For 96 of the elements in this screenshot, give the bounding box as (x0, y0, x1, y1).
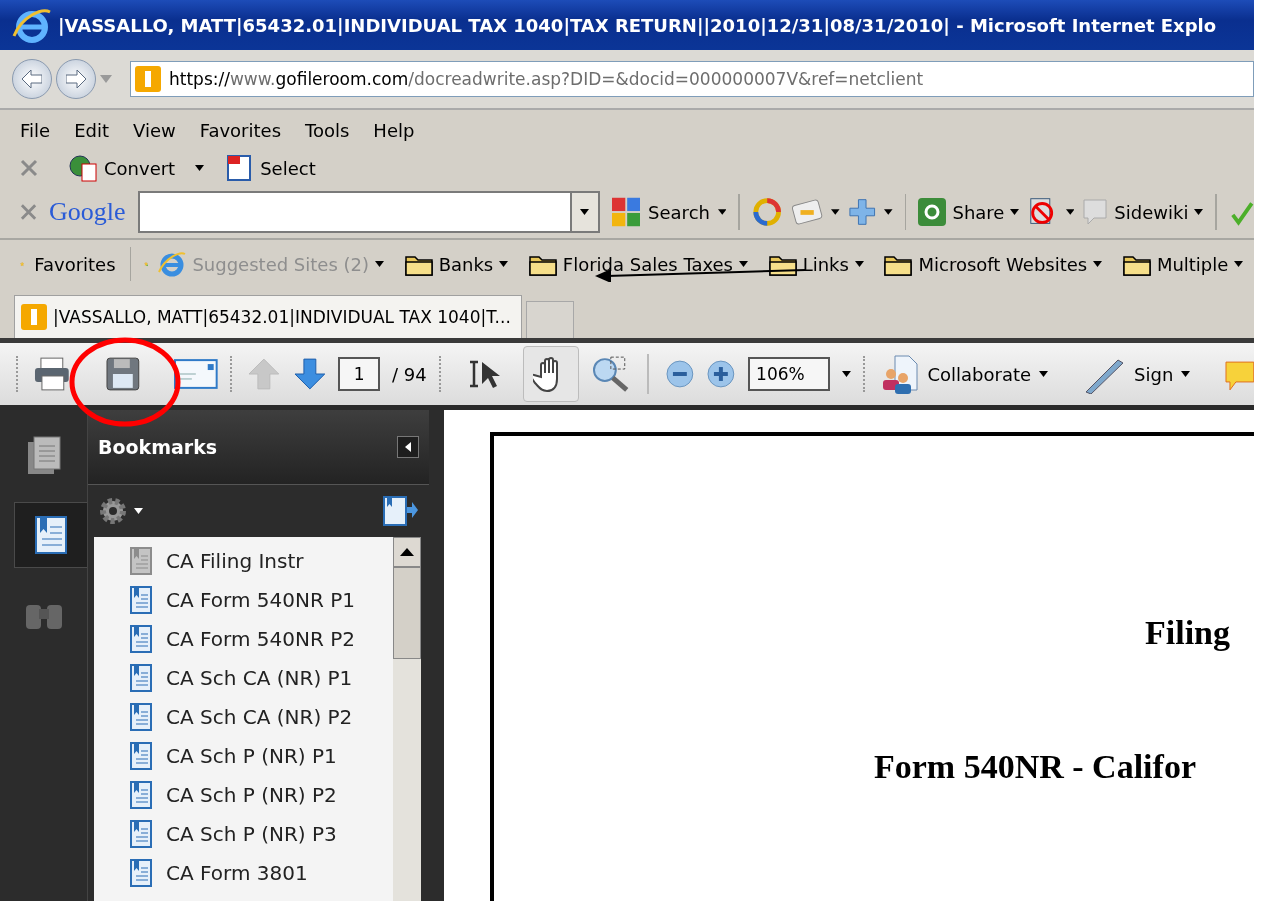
globe-document-icon[interactable] (68, 154, 98, 182)
menu-item[interactable]: Edit (74, 119, 109, 141)
tool-button[interactable] (523, 346, 579, 402)
lock-icon (135, 66, 161, 92)
caret-icon[interactable] (1039, 371, 1049, 377)
caret-icon[interactable] (1065, 209, 1075, 215)
bookmarks-panel-button[interactable] (14, 502, 87, 568)
document-text: Filing (1145, 614, 1232, 652)
zoom-out-icon[interactable] (664, 359, 695, 389)
bookmark-page-icon (130, 624, 152, 653)
bookmark-page-icon (130, 780, 152, 809)
toolbar-button[interactable]: Convert (104, 157, 176, 179)
expand-bookmark-icon[interactable] (383, 496, 419, 526)
caret-icon[interactable] (499, 261, 509, 267)
document-text: Form 540NR - Califor (874, 748, 1197, 786)
right-arrow-icon (66, 70, 86, 88)
bookmark-item[interactable]: CA Sch CA (NR) P2 (166, 704, 353, 729)
marquee-zoom-icon[interactable] (590, 354, 631, 394)
caret-icon[interactable] (1181, 371, 1191, 377)
toolbar-button[interactable]: Collaborate (927, 363, 1032, 385)
toolbar-button[interactable]: Select (260, 157, 316, 179)
bookmark-item[interactable]: CA Sch P (NR) P2 (166, 782, 337, 807)
caret-icon (134, 508, 143, 514)
bookmark-item[interactable]: CA Form 540NR P2 (166, 626, 355, 651)
pages-icon (26, 436, 61, 476)
bookmark-item[interactable]: CA Sch P (NR) P1 (166, 743, 337, 768)
bookmark-item[interactable]: CA Sch CA (NR) P1 (166, 665, 353, 690)
caret-icon[interactable] (1010, 209, 1020, 215)
favorites-link[interactable]: Microsoft Websites (918, 253, 1088, 275)
menu-item[interactable]: Help (373, 119, 415, 141)
forward-button[interactable] (56, 59, 96, 99)
gear-icon (98, 496, 128, 526)
triangle-up-icon (400, 548, 414, 556)
caret-icon[interactable] (831, 209, 840, 215)
toolbar-button[interactable]: Share (952, 201, 1005, 223)
search-button[interactable]: Search (648, 201, 710, 223)
favorites-link[interactable]: Florida Sales Taxes (562, 253, 733, 275)
browser-tab[interactable]: |VASSALLO, MATT|65432.01|INDIVIDUAL TAX 1040|T... (14, 295, 522, 338)
left-arrow-icon (22, 70, 42, 88)
triangle-left-icon (405, 442, 411, 452)
window-title: |VASSALLO, MATT|65432.01|INDIVIDUAL TAX 1040|TAX RETURN||2010|12/31|08/31/2010| - Microsoft Internet Explo (58, 14, 1217, 36)
favorites-link[interactable]: Multiple (1156, 253, 1229, 275)
share-icon[interactable] (918, 198, 947, 226)
menu-item[interactable]: Favorites (199, 119, 281, 141)
bookmark-page-icon (34, 515, 68, 555)
ring-icon[interactable] (752, 196, 783, 228)
caret-icon[interactable] (739, 261, 748, 267)
plus-icon[interactable] (847, 197, 877, 227)
bookmark-item[interactable]: CA Sch P (NR) P3 (166, 821, 337, 846)
toolbar-button[interactable]: Sign (1134, 363, 1174, 385)
bookmark-page-icon (130, 741, 152, 770)
dropdown-button[interactable] (569, 191, 600, 233)
bookmark-page-icon (130, 585, 152, 614)
google-logo: Google (49, 197, 126, 227)
bookmark-page-icon (130, 702, 152, 731)
menu-item[interactable]: File (20, 119, 51, 141)
caret-icon[interactable] (841, 371, 851, 377)
lock-icon (21, 304, 47, 330)
bookmark-item[interactable]: CA Form 3801 (166, 860, 308, 885)
caret-icon[interactable] (884, 209, 893, 215)
toolbar-button[interactable]: Sidewiki (1114, 201, 1189, 223)
caret-icon[interactable] (717, 209, 727, 215)
back-button[interactable] (12, 59, 52, 99)
google-squares-icon[interactable] (611, 197, 641, 227)
panel-title: Bookmarks (98, 436, 218, 458)
menu-item[interactable]: Tools (305, 119, 350, 141)
caret-icon[interactable] (1093, 261, 1103, 267)
favorites-link[interactable]: Links (802, 253, 849, 275)
bookmark-item[interactable]: CA Filing Instr (166, 548, 304, 573)
down-arrow-icon[interactable] (292, 357, 327, 391)
bookmark-page-icon (130, 546, 152, 575)
bookmark-item[interactable]: CA Form 540NR P1 (166, 587, 355, 612)
bookmark-page-icon (130, 858, 152, 887)
bookmark-page-icon (130, 819, 152, 848)
zoom-field[interactable]: 106% (748, 357, 830, 391)
browser-logo-icon (12, 6, 52, 44)
caret-icon[interactable] (375, 261, 384, 267)
caret-icon[interactable] (854, 261, 864, 267)
caret-icon[interactable] (1234, 261, 1244, 267)
favorites-button[interactable]: Favorites (34, 253, 116, 275)
bookmark-page-icon (130, 663, 152, 692)
printer-icon[interactable] (33, 356, 71, 392)
envelope-icon[interactable] (174, 358, 218, 390)
search-field[interactable] (137, 191, 570, 233)
page-count: / 94 (392, 363, 427, 385)
address-field[interactable]: https://www.gofileroom.com/docreadwrite.asp?DID=&docid=000000007V&ref=netclient (130, 61, 1254, 97)
zoom-in-icon[interactable] (706, 359, 737, 389)
caret-icon[interactable] (195, 165, 205, 171)
collapse-button[interactable] (397, 436, 419, 458)
caret-icon[interactable] (1194, 209, 1204, 215)
favorites-link[interactable]: Banks (438, 253, 494, 275)
options-button[interactable] (98, 496, 143, 526)
scrollbar[interactable] (393, 537, 421, 901)
menu-item[interactable]: View (133, 119, 176, 141)
page-number-field[interactable]: 1 (338, 357, 381, 391)
caret-icon[interactable] (580, 209, 590, 215)
